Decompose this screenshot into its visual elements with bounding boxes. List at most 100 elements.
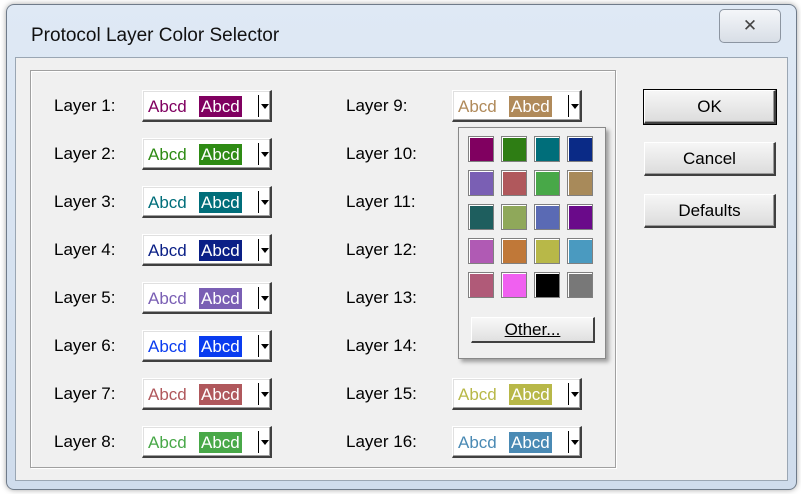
close-icon: ✕ [742, 16, 758, 35]
dialog-window: Protocol Layer Color Selector ✕ Layer 1:… [6, 4, 797, 490]
layer-16-sample-text: Abcd [458, 433, 497, 452]
ok-button[interactable]: OK [643, 89, 777, 125]
other-color-label: Other... [504, 319, 561, 339]
combo-separator [258, 191, 259, 213]
dropdown-arrow-icon[interactable] [261, 344, 269, 349]
palette-color-swatch[interactable] [501, 136, 527, 162]
dropdown-arrow-icon[interactable] [261, 200, 269, 205]
layer-5-sample-fill: Abcd [199, 288, 242, 309]
layer-7-label: Layer 7: [54, 384, 116, 403]
layer-15-sample-fill: Abcd [509, 384, 552, 405]
palette-color-swatch[interactable] [534, 170, 560, 196]
palette-color-swatch[interactable] [567, 136, 593, 162]
palette-color-swatch[interactable] [468, 204, 494, 230]
layer-2-sample-text: Abcd [148, 145, 187, 164]
layer-4-sample-text: Abcd [148, 241, 187, 260]
dropdown-arrow-icon[interactable] [571, 440, 579, 445]
defaults-button[interactable]: Defaults [644, 194, 776, 228]
dropdown-arrow-icon[interactable] [261, 296, 269, 301]
layer-16-color-combo[interactable]: Abcd Abcd [452, 426, 582, 458]
close-button[interactable]: ✕ [719, 9, 781, 43]
combo-separator [258, 335, 259, 357]
dropdown-arrow-icon[interactable] [261, 248, 269, 253]
palette-color-swatch[interactable] [567, 238, 593, 264]
palette-color-swatch[interactable] [468, 238, 494, 264]
layer-8-color-combo[interactable]: Abcd Abcd [142, 426, 272, 458]
palette-color-swatch[interactable] [567, 272, 593, 298]
palette-color-swatch[interactable] [468, 136, 494, 162]
combo-separator [258, 143, 259, 165]
layer-2-color-combo[interactable]: Abcd Abcd [142, 138, 272, 170]
layer-8-label: Layer 8: [54, 432, 116, 451]
layer-15-label: Layer 15: [346, 384, 417, 403]
layer-6-label: Layer 6: [54, 336, 116, 355]
dropdown-arrow-icon[interactable] [261, 152, 269, 157]
layer-3-label: Layer 3: [54, 192, 116, 211]
layer-7-color-combo[interactable]: Abcd Abcd [142, 378, 272, 410]
layer-16-label: Layer 16: [346, 432, 417, 451]
layer-13-label: Layer 13: [346, 288, 417, 307]
dropdown-arrow-icon[interactable] [261, 440, 269, 445]
dropdown-arrow-icon[interactable] [261, 104, 269, 109]
layer-11-label: Layer 11: [346, 192, 416, 211]
layer-4-sample-fill: Abcd [199, 240, 242, 261]
layer-1-color-combo[interactable]: Abcd Abcd [142, 90, 272, 122]
palette-color-swatch[interactable] [501, 170, 527, 196]
layer-5-sample-text: Abcd [148, 289, 187, 308]
dropdown-arrow-icon[interactable] [571, 392, 579, 397]
combo-separator [568, 431, 569, 453]
palette-color-swatch[interactable] [534, 136, 560, 162]
dropdown-arrow-icon[interactable] [261, 392, 269, 397]
layer-5-color-combo[interactable]: Abcd Abcd [142, 282, 272, 314]
palette-color-swatch[interactable] [534, 238, 560, 264]
palette-color-swatch[interactable] [468, 170, 494, 196]
palette-color-swatch[interactable] [534, 204, 560, 230]
layer-8-sample-text: Abcd [148, 433, 187, 452]
combo-separator [258, 239, 259, 261]
dropdown-arrow-icon[interactable] [571, 104, 579, 109]
layer-1-sample-fill: Abcd [199, 96, 242, 117]
title-bar[interactable]: Protocol Layer Color Selector ✕ [7, 5, 796, 57]
layer-7-sample-text: Abcd [148, 385, 187, 404]
palette-color-swatch[interactable] [501, 238, 527, 264]
combo-separator [258, 287, 259, 309]
layer-2-sample-fill: Abcd [199, 144, 242, 165]
palette-color-swatch[interactable] [468, 272, 494, 298]
layer-4-label: Layer 4: [54, 240, 116, 259]
layer-15-color-combo[interactable]: Abcd Abcd [452, 378, 582, 410]
layer-16-sample-fill: Abcd [509, 432, 552, 453]
layer-9-label: Layer 9: [346, 96, 408, 115]
combo-separator [568, 383, 569, 405]
layer-3-color-combo[interactable]: Abcd Abcd [142, 186, 272, 218]
layer-15-sample-text: Abcd [458, 385, 497, 404]
layer-6-color-combo[interactable]: Abcd Abcd [142, 330, 272, 362]
palette-color-swatch[interactable] [501, 204, 527, 230]
layer-3-sample-fill: Abcd [199, 192, 242, 213]
layer-9-color-combo[interactable]: Abcd Abcd [452, 90, 582, 122]
dialog-client-area: Layer 1: Abcd Abcd Layer 2: Abcd Abcd Layer 3:… [15, 57, 788, 481]
layer-8-sample-fill: Abcd [199, 432, 242, 453]
combo-separator [258, 95, 259, 117]
layer-7-sample-fill: Abcd [199, 384, 242, 405]
layer-10-label: Layer 10: [346, 144, 417, 163]
layer-4-color-combo[interactable]: Abcd Abcd [142, 234, 272, 266]
window-title: Protocol Layer Color Selector [31, 25, 280, 46]
color-palette-popup: Other... [458, 127, 606, 359]
layer-9-sample-text: Abcd [458, 97, 497, 116]
layer-1-label: Layer 1: [54, 96, 116, 115]
layer-3-sample-text: Abcd [148, 193, 187, 212]
layer-1-sample-text: Abcd [148, 97, 187, 116]
palette-color-swatch[interactable] [534, 272, 560, 298]
combo-separator [258, 431, 259, 453]
combo-separator [258, 383, 259, 405]
layer-12-label: Layer 12: [346, 240, 417, 259]
combo-separator [568, 95, 569, 117]
layer-2-label: Layer 2: [54, 144, 116, 163]
palette-color-swatch[interactable] [567, 204, 593, 230]
layer-6-sample-text: Abcd [148, 337, 187, 356]
cancel-button[interactable]: Cancel [644, 142, 776, 176]
layer-9-sample-fill: Abcd [509, 96, 552, 117]
palette-color-swatch[interactable] [501, 272, 527, 298]
other-color-button[interactable]: Other... [471, 317, 595, 343]
palette-color-swatch[interactable] [567, 170, 593, 196]
